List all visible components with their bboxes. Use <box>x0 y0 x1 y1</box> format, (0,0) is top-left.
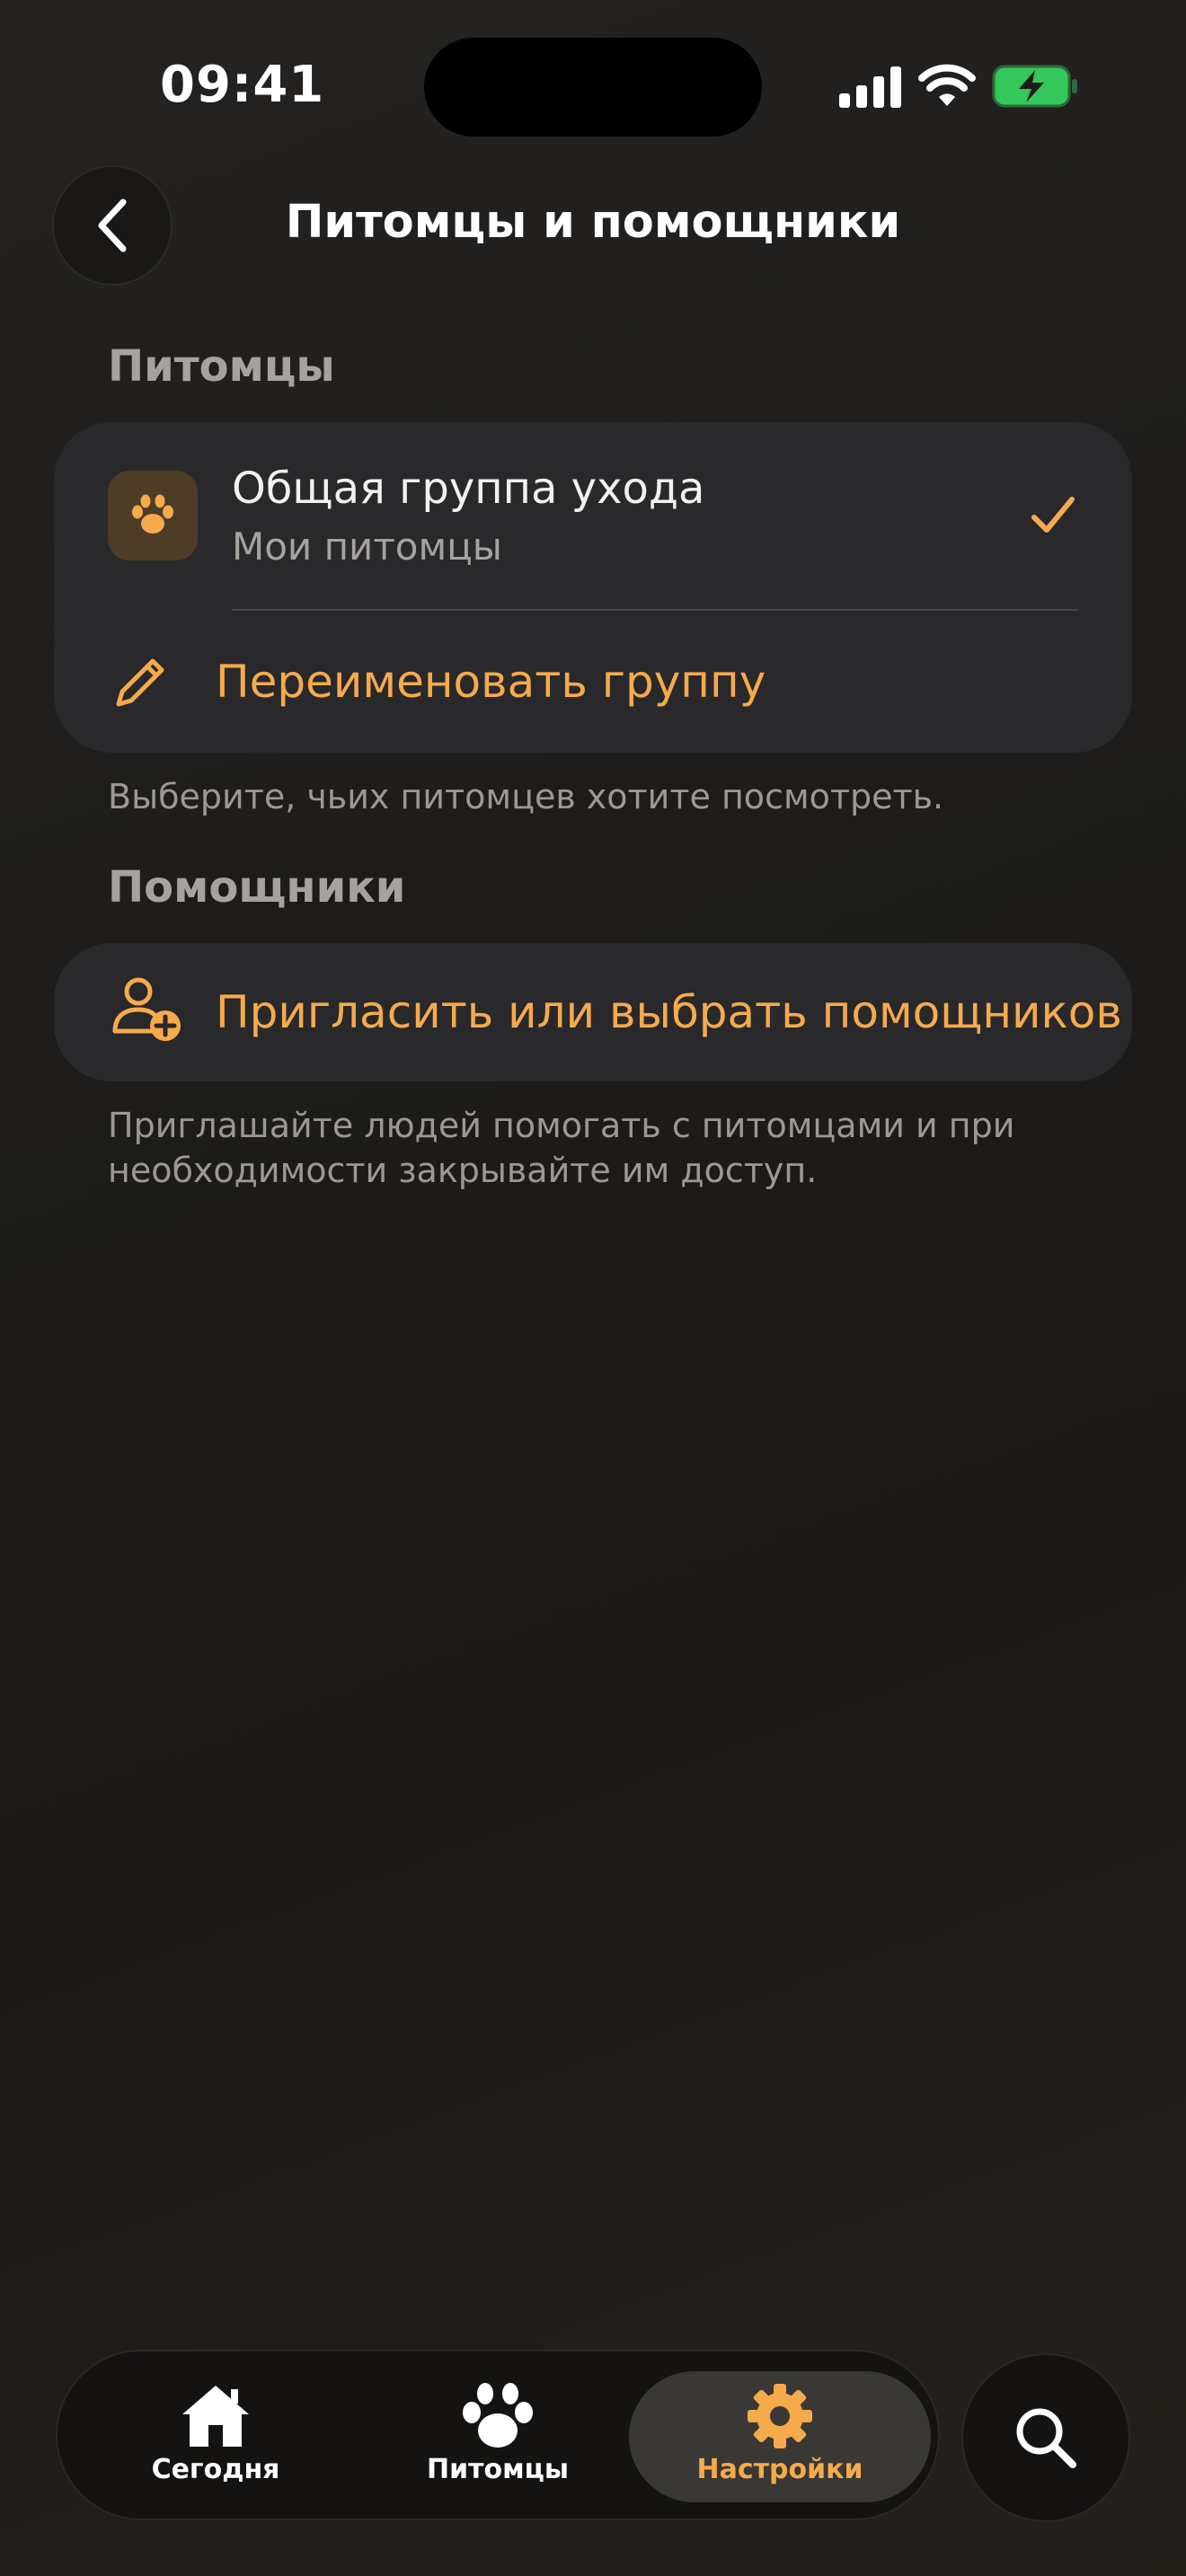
pets-footnote: Выберите, чьих питомцев хотите посмотрет… <box>108 777 944 816</box>
chevron-left-icon <box>98 198 127 252</box>
search-button[interactable] <box>963 2355 1128 2520</box>
paw-icon <box>463 2383 533 2448</box>
helpers-footnote: Приглашайте людей помогать с питомцами и… <box>108 1106 1015 1190</box>
tab-pets[interactable]: Питомцы <box>426 2371 570 2502</box>
cellular-signal-icon <box>839 66 901 108</box>
pencil-icon <box>116 658 164 707</box>
tab-today-label: Сегодня <box>151 2454 280 2485</box>
gear-icon <box>748 2384 812 2448</box>
tab-settings[interactable]: Настройки <box>629 2371 931 2502</box>
invite-helpers-label: Пригласить или выбрать помощников <box>216 986 1122 1038</box>
tab-settings-label: Настройки <box>696 2454 863 2485</box>
dynamic-island <box>424 38 762 137</box>
care-group-row[interactable] <box>54 422 1132 611</box>
group-title: Общая группа ухода <box>232 463 705 514</box>
search-icon <box>1016 2408 1076 2468</box>
rename-group-label: Переименовать группу <box>216 656 766 708</box>
paw-icon <box>132 494 173 534</box>
page-title: Питомцы и помощники <box>285 196 901 249</box>
status-time: 09:41 <box>160 56 325 114</box>
person-add-icon <box>112 977 181 1041</box>
checkmark-icon <box>1031 497 1075 533</box>
group-avatar <box>108 471 198 560</box>
battery-charging-icon <box>992 65 1077 108</box>
helpers-section-header: Помощники <box>108 862 406 913</box>
back-button[interactable] <box>54 167 171 284</box>
house-icon <box>182 2386 249 2447</box>
wifi-icon <box>918 64 976 106</box>
pets-section-header: Питомцы <box>108 341 335 392</box>
tab-pets-label: Питомцы <box>426 2454 569 2485</box>
group-subtitle: Мои питомцы <box>232 525 502 569</box>
tab-today[interactable]: Сегодня <box>144 2371 288 2502</box>
